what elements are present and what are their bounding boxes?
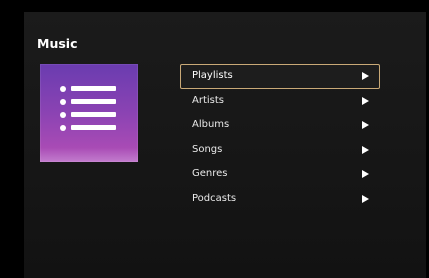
line-icon <box>71 125 116 130</box>
line-icon <box>71 99 116 104</box>
art-reflection <box>40 148 138 162</box>
bullet-icon <box>60 86 66 92</box>
line-icon <box>71 112 116 117</box>
playlist-art <box>40 64 138 162</box>
menu-item-label: Albums <box>192 119 230 130</box>
menu-item-podcasts[interactable]: Podcasts <box>180 187 380 212</box>
menu-item-label: Podcasts <box>192 192 237 204</box>
menu-item-label: Playlists <box>192 70 233 81</box>
bullet-icon <box>60 125 66 131</box>
menu-item-label: Genres <box>192 168 228 179</box>
menu-item-label: Artists <box>192 94 224 106</box>
play-arrow-icon <box>362 170 369 178</box>
menu-item-playlists[interactable]: Playlists <box>180 64 380 89</box>
menu-item-albums[interactable]: Albums <box>180 113 380 138</box>
music-screen: Music Playlists Artists Albums Songs Gen… <box>24 12 426 278</box>
play-arrow-icon <box>362 121 369 129</box>
line-icon <box>71 86 116 91</box>
menu-item-artists[interactable]: Artists <box>180 89 380 114</box>
play-arrow-icon <box>362 96 369 105</box>
list-line <box>60 112 118 118</box>
menu-item-songs[interactable]: Songs <box>180 138 380 163</box>
music-menu: Playlists Artists Albums Songs Genres Po… <box>180 64 380 211</box>
bullet-icon <box>60 112 66 118</box>
bullet-icon <box>60 99 66 105</box>
play-arrow-icon <box>362 72 369 80</box>
list-line <box>60 125 118 131</box>
play-arrow-icon <box>362 145 369 154</box>
play-arrow-icon <box>362 194 369 203</box>
page-title: Music <box>37 36 78 51</box>
list-line <box>60 99 118 105</box>
list-line <box>60 86 118 92</box>
menu-item-genres[interactable]: Genres <box>180 162 380 187</box>
menu-item-label: Songs <box>192 143 223 155</box>
